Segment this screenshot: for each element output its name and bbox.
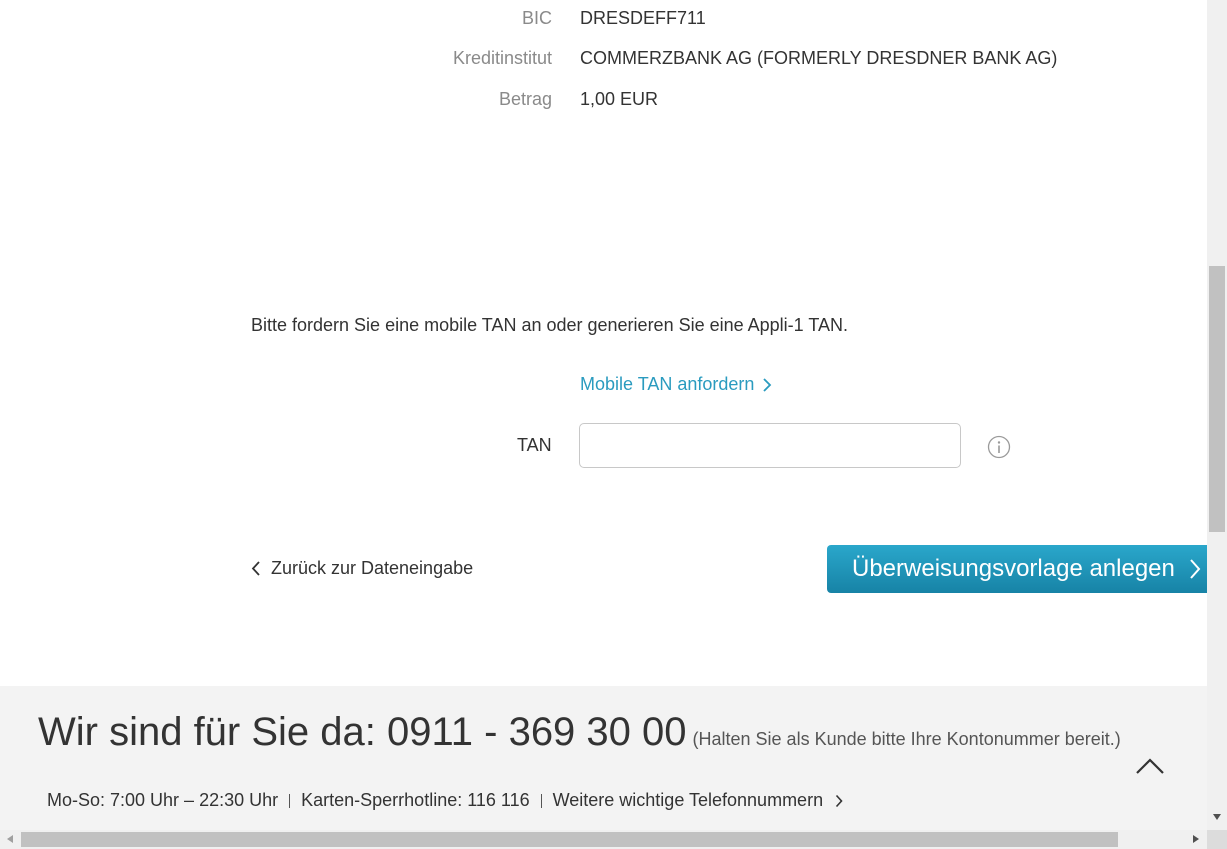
tan-label: TAN [517,435,552,455]
divider [289,793,291,808]
create-transfer-template-button[interactable]: Überweisungsvorlage anlegen [827,545,1207,593]
scrollbar-corner [1207,830,1227,849]
chevron-left-icon [251,561,260,576]
vertical-scrollbar[interactable] [1207,0,1227,830]
footer-phone-headline: Wir sind für Sie da: 0911 - 369 30 00 [38,710,687,754]
chevron-up-icon [1136,758,1164,774]
chevron-right-icon [835,794,843,807]
tan-input[interactable] [579,423,961,468]
detail-value: DRESDEFF711 [580,8,706,28]
detail-label: Kreditinstitut [452,48,552,68]
detail-row-amount: Betrag 1,00 EUR [0,89,1207,119]
footer-contact: Wir sind für Sie da: 0911 - 369 30 00 (Ha… [0,686,1207,830]
page-content: BIC DRESDEFF711 Kreditinstitut COMMERZBA… [0,0,1207,830]
back-link-label: Zurück zur Dateneingabe [271,558,474,578]
detail-label: Betrag [498,89,552,109]
scroll-down-arrow-icon[interactable] [1212,812,1222,822]
footer-links: Mo-So: 7:00 Uhr – 22:30 Uhr Karten-Sperr… [47,790,843,811]
detail-row-bic: BIC DRESDEFF711 [0,8,1207,38]
footer-note: (Halten Sie als Kunde bitte Ihre Kontonu… [692,729,1121,749]
request-mobile-tan-label: Mobile TAN anfordern [580,374,755,394]
vertical-scrollbar-thumb[interactable] [1209,266,1225,532]
footer-hours: Mo-So: 7:00 Uhr – 22:30 Uhr [47,790,279,810]
back-to-data-entry-link[interactable]: Zurück zur Dateneingabe [251,558,473,579]
info-circle-icon[interactable] [987,435,1011,459]
detail-row-bank: Kreditinstitut COMMERZBANK AG (FORMERLY … [0,48,1207,78]
detail-label: BIC [521,8,552,28]
horizontal-scrollbar[interactable] [0,830,1207,849]
detail-value: 1,00 EUR [580,89,659,109]
create-transfer-template-label: Überweisungsvorlage anlegen [852,555,1175,582]
tan-instruction: Bitte fordern Sie eine mobile TAN an ode… [251,315,849,335]
divider [540,793,542,808]
footer-headline: Wir sind für Sie da: 0911 - 369 30 00 (Ha… [38,710,1121,755]
horizontal-scrollbar-thumb[interactable] [21,832,1118,847]
scroll-left-arrow-icon[interactable] [5,834,15,844]
request-mobile-tan-link[interactable]: Mobile TAN anfordern [580,374,772,395]
chevron-right-icon [1190,559,1201,579]
scroll-right-arrow-icon[interactable] [1191,834,1201,844]
detail-value: COMMERZBANK AG (FORMERLY DRESDNER BANK A… [580,48,1058,68]
more-phone-numbers-link[interactable]: Weitere wichtige Telefonnummern [553,790,823,811]
scroll-to-top-button[interactable] [1124,743,1176,789]
footer-hotline: Karten-Sperrhotline: 116 116 [301,790,530,810]
chevron-right-icon [763,377,772,392]
